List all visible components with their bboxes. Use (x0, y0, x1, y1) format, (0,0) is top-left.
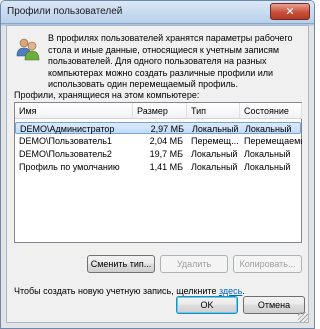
column-header-state[interactable]: Состояние (240, 103, 302, 119)
profiles-list[interactable]: Имя Размер Тип Состояние DEMO\Администра… (14, 102, 302, 243)
create-account-suffix: . (242, 286, 245, 296)
column-header-size[interactable]: Размер (133, 103, 187, 119)
cell-name: DEMO\Администратор (20, 124, 115, 134)
copy-button[interactable]: Копировать... (233, 255, 302, 273)
cell-type: Локальный (191, 162, 238, 172)
delete-button[interactable]: Удалить (160, 255, 228, 273)
table-row[interactable]: DEMO\Пользователь2 19,7 МБ Локальный Лок… (15, 148, 301, 160)
cell-state: Локальный (244, 162, 291, 172)
title-bar[interactable]: Профили пользователей ✕ (1, 1, 314, 24)
table-row[interactable]: DEMO\Администратор 2,97 МБ Локальный Лок… (15, 122, 301, 134)
table-row[interactable]: Профиль по умолчанию 1,41 МБ Локальный Л… (15, 161, 301, 173)
cell-name: DEMO\Пользователь2 (19, 149, 112, 159)
cell-state: Локальный (245, 124, 292, 134)
cell-size: 1,41 МБ (149, 162, 183, 172)
profiles-list-header: Имя Размер Тип Состояние (15, 103, 302, 119)
table-row[interactable]: DEMO\Пользователь1 2,04 МБ Перемещ... Пе… (15, 135, 302, 147)
change-type-button[interactable]: Сменить тип... (87, 255, 155, 273)
cell-type: Локальный (191, 149, 238, 159)
resize-grip[interactable] (298, 312, 308, 322)
users-icon (16, 38, 40, 61)
cancel-button[interactable]: Отмена (243, 296, 305, 314)
close-button[interactable]: ✕ (270, 3, 310, 20)
create-account-prefix: Чтобы создать новую учетную запись, щелк… (14, 286, 217, 296)
window-title: Профили пользователей (7, 6, 123, 17)
cell-size: 2,97 МБ (150, 124, 184, 134)
column-header-type[interactable]: Тип (187, 103, 240, 119)
profiles-list-label: Профили, хранящиеся на этом компьютере: (14, 90, 200, 100)
cell-size: 19,7 МБ (149, 149, 183, 159)
close-icon: ✕ (285, 5, 295, 18)
ok-button[interactable]: OK (176, 296, 238, 314)
cell-name: Профиль по умолчанию (19, 162, 120, 172)
intro-text: В профилях пользователей хранятся параме… (48, 33, 293, 89)
create-account-text: Чтобы создать новую учетную запись, щелк… (14, 286, 245, 296)
cell-state: Перемещаемый (244, 136, 302, 146)
column-header-name[interactable]: Имя (15, 103, 133, 119)
cell-type: Перемещ... (191, 136, 239, 146)
dialog-body: В профилях пользователей хранятся параме… (6, 25, 309, 323)
cell-size: 2,04 МБ (149, 136, 183, 146)
cell-type: Локальный (192, 124, 239, 134)
cell-state: Локальный (244, 149, 291, 159)
user-profiles-window: Профили пользователей ✕ В профилях польз… (0, 0, 315, 329)
create-account-link[interactable]: здесь (219, 286, 242, 296)
cell-name: DEMO\Пользователь1 (19, 136, 112, 146)
